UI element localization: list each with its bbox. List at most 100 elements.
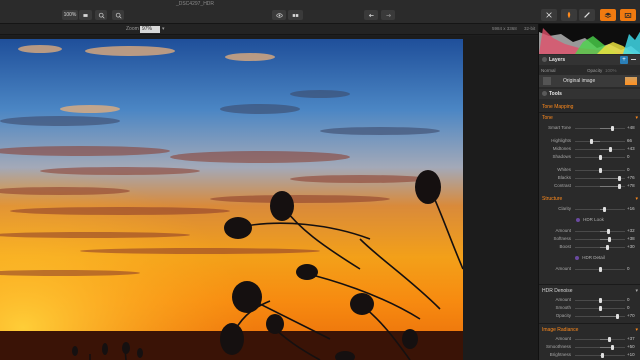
image-radiance-amount-slider[interactable] <box>575 337 625 342</box>
structure-boost-value[interactable]: +30 <box>627 244 635 249</box>
hdr-denoise-title: HDR Denoise <box>542 287 573 294</box>
tone-blacks-value[interactable]: +76 <box>627 175 635 180</box>
divider <box>539 284 640 285</box>
tone-mapping-title: Tone Mapping <box>542 103 574 110</box>
redo-button[interactable] <box>381 10 395 20</box>
add-layer-button[interactable]: + <box>620 56 628 64</box>
structure-boost-slider-thumb[interactable] <box>606 245 609 250</box>
split-view-icon <box>292 13 299 17</box>
tone-highlights-value[interactable]: 66 <box>627 138 632 143</box>
preview-toggle-button[interactable] <box>272 10 286 20</box>
image-radiance-brightness-slider[interactable] <box>575 353 625 358</box>
tone-smart-tone-value[interactable]: +48 <box>627 125 635 130</box>
right-panel: Layers + Normal Opacity 100% Original im… <box>538 24 640 360</box>
image-radiance-smoothness-slider[interactable] <box>575 345 625 350</box>
structure-clarity-slider[interactable] <box>575 207 625 212</box>
structure-amount-value[interactable]: +32 <box>627 228 635 233</box>
tone-midtones-slider-row: Midtones +43 <box>539 145 640 153</box>
export-tool-button[interactable] <box>620 9 636 21</box>
tone-whites-slider[interactable] <box>575 168 625 173</box>
tone-shadows-slider-thumb[interactable] <box>598 155 602 160</box>
export-icon <box>624 13 632 18</box>
mask-tool-button[interactable] <box>579 9 595 21</box>
move-tool-button[interactable] <box>541 9 557 21</box>
tools-section-header[interactable]: Tools <box>539 89 640 99</box>
tone-smart-tone-slider[interactable] <box>575 126 625 131</box>
hdr-denoise-opacity-slider-fill <box>600 316 618 317</box>
image-radiance-smoothness-slider-thumb[interactable] <box>611 345 614 350</box>
undo-button[interactable] <box>364 10 378 20</box>
tone-contrast-label: Contrast <box>553 183 571 188</box>
tone-midtones-value[interactable]: +43 <box>627 146 635 151</box>
fit-screen-icon <box>83 13 88 17</box>
tone-highlights-slider-thumb[interactable] <box>590 139 593 144</box>
tone-contrast-slider-thumb[interactable] <box>618 184 621 189</box>
tone-whites-slider-thumb[interactable] <box>598 168 602 173</box>
layers-section-header[interactable]: Layers + <box>539 55 640 65</box>
hdr-denoise-amount-slider-thumb[interactable] <box>598 298 602 303</box>
image-radiance-header[interactable]: Image Radiance ▾ <box>539 325 640 334</box>
tone-header[interactable]: Tone ▾ <box>539 113 640 122</box>
chevron-down-icon[interactable]: ▾ <box>162 26 165 32</box>
tone-highlights-slider[interactable] <box>575 139 625 144</box>
image-radiance-amount-value[interactable]: +37 <box>627 336 635 341</box>
structure-softness-slider[interactable] <box>575 237 625 242</box>
image-radiance-smoothness-slider-row: Smoothness +50 <box>539 343 640 351</box>
image-radiance-amount-slider-thumb[interactable] <box>607 337 611 342</box>
structure-detail-amount-value[interactable]: 0 <box>627 266 630 271</box>
blend-mode-select[interactable]: Normal <box>541 68 556 73</box>
structure-softness-slider-thumb[interactable] <box>608 237 611 242</box>
hdr-denoise-opacity-label: Opacity <box>555 313 571 318</box>
structure-detail-amount-slider-row: Amount 0 <box>539 265 640 273</box>
structure-clarity-slider-thumb[interactable] <box>602 207 606 212</box>
fit-screen-button[interactable] <box>79 10 92 20</box>
image-radiance-brightness-value[interactable]: +10 <box>627 352 635 357</box>
hdr-denoise-smooth-slider[interactable] <box>575 306 625 311</box>
tone-highlights-label: Highlights <box>551 138 571 143</box>
tone-midtones-slider-thumb[interactable] <box>609 147 612 152</box>
zoom-out-button[interactable] <box>95 10 107 20</box>
tone-blacks-slider-thumb[interactable] <box>617 176 621 181</box>
tone-shadows-slider[interactable] <box>575 155 625 160</box>
tone-blacks-slider[interactable] <box>575 176 625 181</box>
structure-header[interactable]: Structure ▾ <box>539 194 640 203</box>
tone-contrast-value[interactable]: +78 <box>627 183 635 188</box>
hdr-denoise-smooth-value[interactable]: 0 <box>627 305 630 310</box>
image-radiance-smoothness-value[interactable]: +50 <box>627 344 635 349</box>
hdr-denoise-amount-value[interactable]: 0 <box>627 297 630 302</box>
tone-smart-tone-slider-thumb[interactable] <box>610 126 614 131</box>
photo-canvas[interactable] <box>0 39 463 360</box>
compare-button[interactable] <box>288 10 303 20</box>
zoom-100-button[interactable]: 100% <box>62 10 78 20</box>
structure-clarity-value[interactable]: +16 <box>627 206 635 211</box>
tone-shadows-value[interactable]: 0 <box>627 154 630 159</box>
tone-contrast-slider[interactable] <box>575 184 625 189</box>
hdr-denoise-amount-slider[interactable] <box>575 298 625 303</box>
hdr-denoise-opacity-slider[interactable] <box>575 314 625 319</box>
brush-tool-button[interactable] <box>561 9 577 21</box>
hdr-detail-label: HDR Detail <box>539 255 640 260</box>
canvas-area[interactable] <box>0 36 538 360</box>
structure-amount-slider-thumb[interactable] <box>606 229 610 234</box>
hdr-denoise-opacity-value[interactable]: +70 <box>627 313 635 318</box>
remove-layer-button[interactable] <box>631 59 636 60</box>
tone-mapping-header[interactable]: Tone Mapping <box>539 102 640 111</box>
zoom-in-button[interactable] <box>112 10 124 20</box>
tone-midtones-slider[interactable] <box>575 147 625 152</box>
tone-smart-tone-slider-row: Smart Tone +48 <box>539 124 640 132</box>
hdr-denoise-header[interactable]: HDR Denoise ▾ <box>539 286 640 295</box>
layer-item[interactable]: Original image <box>539 75 640 87</box>
opacity-value[interactable]: 100% <box>605 68 617 73</box>
layers-tool-button[interactable] <box>600 9 616 21</box>
structure-softness-value[interactable]: +38 <box>627 236 635 241</box>
layer-visibility-icon[interactable] <box>543 77 551 85</box>
structure-detail-amount-slider-thumb[interactable] <box>598 267 602 272</box>
structure-boost-slider[interactable] <box>575 245 625 250</box>
zoom-select[interactable]: 97% <box>140 26 160 33</box>
hdr-denoise-opacity-slider-thumb[interactable] <box>616 314 619 319</box>
structure-detail-amount-slider[interactable] <box>575 267 625 272</box>
structure-amount-slider[interactable] <box>575 229 625 234</box>
hdr-denoise-smooth-slider-thumb[interactable] <box>598 306 602 311</box>
image-radiance-brightness-slider-thumb[interactable] <box>601 353 604 358</box>
tone-whites-value[interactable]: 0 <box>627 167 630 172</box>
